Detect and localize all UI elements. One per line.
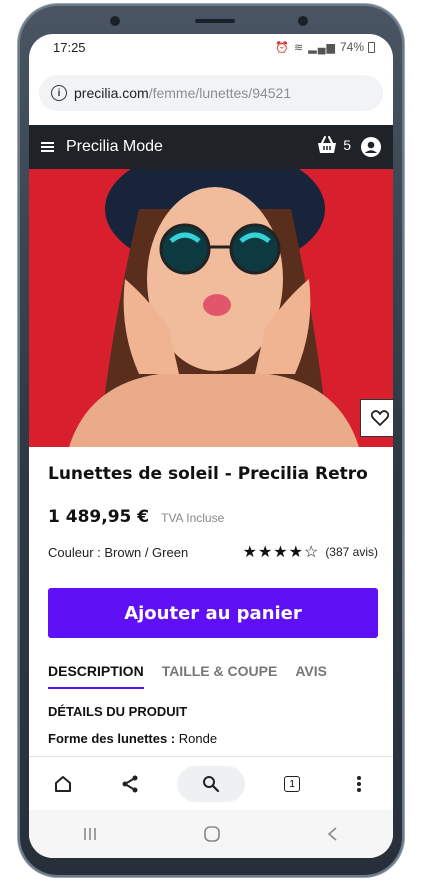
- tax-note: TVA Incluse: [161, 511, 225, 525]
- tab-reviews[interactable]: AVIS: [295, 663, 327, 689]
- info-icon[interactable]: i: [51, 85, 67, 101]
- alarm-wifi-signal-icon: ⏰ ≋ ▂▄▆: [275, 41, 336, 54]
- favorite-button[interactable]: [360, 399, 393, 437]
- share-icon: [122, 775, 138, 793]
- product-meta-row: Couleur : Brown / Green ★★★★☆ (387 avis): [48, 542, 378, 562]
- frame-shape-value: Ronde: [175, 731, 218, 746]
- front-sensor: [298, 16, 308, 26]
- cart-count: 5: [343, 137, 351, 153]
- review-count[interactable]: (387 avis): [325, 545, 378, 559]
- product-details-title: DÉTAILS DU PRODUIT: [48, 704, 188, 719]
- back-icon[interactable]: [326, 826, 340, 842]
- rating-stars: ★★★★☆: [242, 544, 320, 561]
- more-button[interactable]: [339, 766, 379, 802]
- cart-button[interactable]: 5: [317, 136, 351, 154]
- heart-icon: [371, 410, 389, 426]
- menu-icon[interactable]: [41, 142, 54, 152]
- tab-description[interactable]: DESCRIPTION: [48, 663, 144, 689]
- status-time: 17:25: [53, 40, 86, 55]
- browser-toolbar: 1: [29, 756, 393, 811]
- home-icon: [54, 776, 71, 792]
- site-name[interactable]: Precilia Mode: [66, 138, 163, 156]
- site-header: Precilia Mode 5: [29, 125, 393, 169]
- battery-icon: [368, 41, 375, 53]
- home-button[interactable]: [43, 766, 83, 802]
- share-button[interactable]: [110, 766, 150, 802]
- product-title: Lunettes de soleil - Precilia Retro: [48, 464, 368, 484]
- status-indicators: ⏰ ≋ ▂▄▆ 74%: [275, 40, 375, 54]
- product-tabs: DESCRIPTION TAILLE & COUPE AVIS: [48, 663, 327, 689]
- price-row: 1 489,95 € TVA Incluse: [48, 507, 224, 527]
- search-icon: [202, 776, 220, 793]
- product-image[interactable]: [29, 169, 393, 447]
- model-illustration: [29, 169, 393, 447]
- earpiece-speaker: [195, 19, 235, 23]
- tabs-button[interactable]: 1: [272, 766, 312, 802]
- phone-screen: 17:25 ⏰ ≋ ▂▄▆ 74% i precilia.com/femme/l…: [29, 34, 393, 858]
- user-icon[interactable]: [361, 137, 381, 157]
- android-home-icon[interactable]: [203, 825, 221, 843]
- add-to-cart-button[interactable]: Ajouter au panier: [48, 588, 378, 638]
- frame-shape-detail: Forme des lunettes : Ronde: [48, 731, 217, 746]
- more-icon: [357, 776, 362, 792]
- frame-shape-label: Forme des lunettes :: [48, 731, 176, 746]
- android-navigation-bar: [29, 810, 393, 858]
- front-camera: [110, 16, 120, 26]
- status-bar: 17:25 ⏰ ≋ ▂▄▆ 74%: [29, 34, 393, 66]
- color-label: Couleur : Brown / Green: [48, 544, 189, 560]
- cart-icon: [318, 136, 337, 153]
- rating[interactable]: ★★★★☆ (387 avis): [243, 542, 378, 562]
- battery-percent: 74%: [339, 40, 364, 54]
- search-button[interactable]: [176, 766, 245, 802]
- recent-apps-icon[interactable]: [82, 826, 98, 842]
- url-path: /femme/lunettes/94521: [148, 85, 292, 101]
- product-price: 1 489,95 €: [48, 507, 150, 527]
- address-bar[interactable]: i precilia.com/femme/lunettes/94521: [39, 75, 383, 111]
- url-domain: precilia.com: [74, 85, 149, 101]
- tab-size-fit[interactable]: TAILLE & COUPE: [162, 663, 278, 689]
- tabs-icon: 1: [284, 776, 301, 792]
